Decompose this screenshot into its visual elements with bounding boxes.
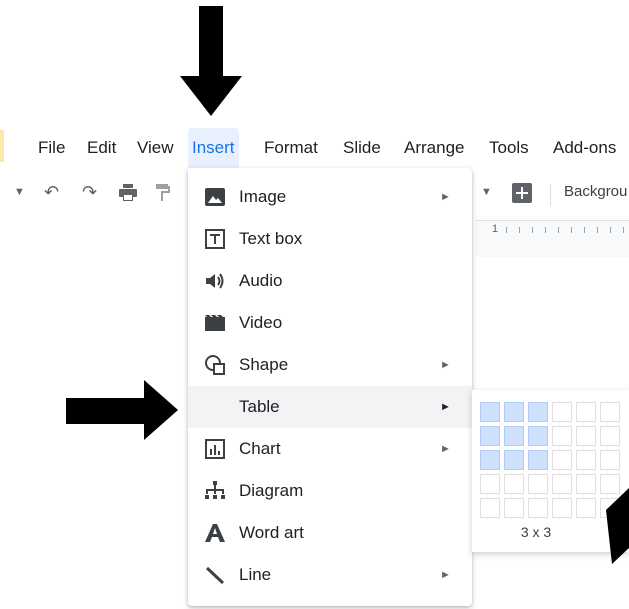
print-icon[interactable] — [118, 172, 138, 212]
redo-icon[interactable]: ↷ — [82, 172, 97, 212]
table-grid-cell[interactable] — [552, 426, 572, 446]
insert-menu-image[interactable]: Image ► — [188, 176, 472, 218]
menu-bar: File Edit View Insert Format Slide Arran… — [0, 128, 629, 168]
partial-arrow-annotation-icon — [606, 488, 629, 564]
down-arrow-annotation-icon — [180, 6, 242, 116]
insert-menu-label: Audio — [239, 271, 283, 290]
word-art-icon — [204, 522, 226, 544]
insert-menu-label: Diagram — [239, 481, 304, 500]
table-grid-cell[interactable] — [528, 426, 548, 446]
line-icon — [204, 564, 226, 586]
insert-menu-label: Text box — [239, 229, 303, 248]
table-grid-cell[interactable] — [504, 450, 524, 470]
insert-menu-label: Line — [239, 565, 272, 584]
submenu-arrow-icon: ► — [440, 443, 451, 455]
table-grid-cell[interactable] — [600, 426, 620, 446]
table-grid-cell[interactable] — [552, 498, 572, 518]
table-grid-cell[interactable] — [528, 402, 548, 422]
right-arrow-annotation-icon — [66, 380, 178, 440]
table-grid-cell[interactable] — [528, 498, 548, 518]
paint-format-icon[interactable] — [156, 172, 170, 212]
insert-menu-table[interactable]: Table ► — [188, 386, 472, 428]
insert-menu: Image ► Text box Audio Video Shape ► Tab… — [188, 168, 472, 606]
table-grid-cell[interactable] — [576, 498, 596, 518]
menu-tools[interactable]: Tools — [489, 128, 529, 168]
submenu-arrow-icon: ► — [440, 401, 451, 413]
table-grid-cell[interactable] — [480, 450, 500, 470]
table-grid-cell[interactable] — [504, 402, 524, 422]
table-grid-cell[interactable] — [576, 474, 596, 494]
video-icon — [204, 312, 226, 334]
zoom-dropdown-arrow-icon[interactable]: ▼ — [14, 172, 25, 212]
menu-slide[interactable]: Slide — [343, 128, 381, 168]
insert-menu-label: Shape — [239, 355, 289, 374]
shape-icon — [204, 354, 226, 376]
menu-format[interactable]: Format — [264, 128, 318, 168]
insert-menu-label: Chart — [239, 439, 281, 458]
table-grid-cell[interactable] — [504, 426, 524, 446]
menu-arrange[interactable]: Arrange — [404, 128, 464, 168]
ruler: 1 — [476, 220, 629, 257]
insert-menu-shape[interactable]: Shape ► — [188, 344, 472, 386]
table-grid-cell[interactable] — [576, 402, 596, 422]
insert-menu-label: Video — [239, 313, 283, 332]
undo-icon[interactable]: ↶ — [44, 172, 59, 212]
audio-icon — [204, 270, 226, 292]
table-grid-cell[interactable] — [576, 450, 596, 470]
table-size-label: 3 x 3 — [520, 524, 552, 540]
image-icon — [204, 186, 226, 208]
line-dropdown-arrow-icon[interactable]: ▼ — [481, 172, 492, 212]
ruler-ticks — [506, 227, 626, 233]
diagram-icon — [204, 480, 226, 502]
insert-menu-label: Image — [239, 187, 287, 206]
table-grid-cell[interactable] — [528, 474, 548, 494]
insert-menu-diagram[interactable]: Diagram — [188, 470, 472, 512]
toolbar-divider — [550, 184, 551, 206]
table-grid-cell[interactable] — [480, 426, 500, 446]
table-grid-cell[interactable] — [600, 450, 620, 470]
insert-menu-text-box[interactable]: Text box — [188, 218, 472, 260]
menu-edit[interactable]: Edit — [87, 128, 116, 168]
menu-view[interactable]: View — [137, 128, 174, 168]
insert-menu-label: Table — [239, 397, 280, 416]
menu-insert[interactable]: Insert — [188, 128, 239, 168]
new-slide-icon[interactable] — [512, 172, 532, 212]
table-grid-cell[interactable] — [504, 498, 524, 518]
insert-menu-chart[interactable]: Chart ► — [188, 428, 472, 470]
insert-menu-line[interactable]: Line ► — [188, 554, 472, 596]
table-grid-cell[interactable] — [480, 474, 500, 494]
menu-file[interactable]: File — [38, 128, 65, 168]
table-grid-cell[interactable] — [480, 498, 500, 518]
background-button[interactable]: Backgrou — [564, 172, 627, 212]
submenu-arrow-icon: ► — [440, 359, 451, 371]
ruler-number: 1 — [492, 223, 499, 235]
table-grid-cell[interactable] — [576, 426, 596, 446]
menu-add-ons[interactable]: Add-ons — [553, 128, 616, 168]
insert-menu-audio[interactable]: Audio — [188, 260, 472, 302]
table-grid-cell[interactable] — [480, 402, 500, 422]
insert-menu-video[interactable]: Video — [188, 302, 472, 344]
table-grid-cell[interactable] — [552, 474, 572, 494]
chart-icon — [204, 438, 226, 460]
table-grid-cell[interactable] — [552, 450, 572, 470]
table-grid-cell[interactable] — [528, 450, 548, 470]
submenu-arrow-icon: ► — [440, 191, 451, 203]
table-grid-cell[interactable] — [600, 402, 620, 422]
insert-menu-word-art[interactable]: Word art — [188, 512, 472, 554]
table-grid-cell[interactable] — [552, 402, 572, 422]
text-box-icon — [204, 228, 226, 250]
table-grid-cell[interactable] — [504, 474, 524, 494]
submenu-arrow-icon: ► — [440, 569, 451, 581]
insert-menu-label: Word art — [239, 523, 304, 542]
